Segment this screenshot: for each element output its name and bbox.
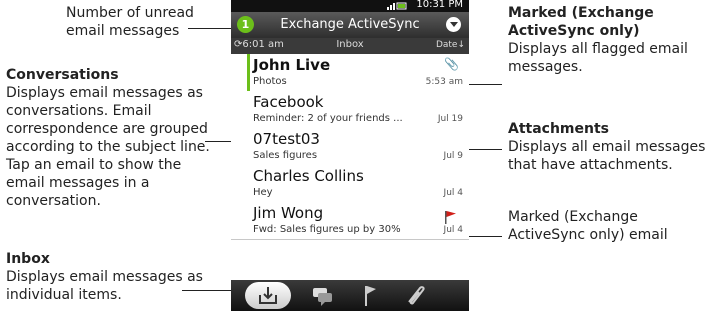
phone-screen: 10:31 PM 1 Exchange ActiveSync ⟳6:01 am … (231, 0, 469, 311)
marked-desc: Displays all flagged email messages. (508, 41, 688, 75)
unread-count-annotation: Number of unread email messages (66, 5, 194, 39)
email-subject: Hey (253, 187, 273, 198)
email-row[interactable]: Facebook Reminder: 2 of your friends ...… (231, 91, 469, 129)
email-subject: Fwd: Sales figures up by 30% (253, 224, 401, 235)
email-date: Jul 19 (437, 114, 463, 124)
email-sender: Facebook (253, 93, 324, 111)
inbox-annotation: Inbox Displays email messages as individ… (6, 250, 206, 304)
conversations-desc: Displays email messages as conversations… (6, 85, 210, 209)
email-date: Jul 9 (443, 151, 463, 161)
flag-icon (365, 286, 376, 306)
marked-title: Marked (Exchange ActiveSync only) (508, 5, 654, 39)
email-sender: Charles Collins (253, 167, 364, 185)
email-date: Jul 4 (443, 188, 463, 198)
bottom-tab-bar (231, 280, 469, 311)
inbox-icon (259, 287, 277, 304)
conversations-annotation: Conversations Displays email messages as… (6, 66, 216, 210)
inbox-desc: Displays email messages as individual it… (6, 269, 203, 303)
email-date: 5:53 am (425, 77, 463, 87)
folder-name: Inbox (336, 39, 364, 50)
email-row[interactable]: Charles Collins Hey Jul 4 (231, 165, 469, 203)
sort-button[interactable]: Date↓ (436, 40, 465, 50)
email-list: John Live 📎 Photos 5:53 am Facebook Remi… (231, 54, 469, 280)
email-sender: John Live (253, 56, 331, 74)
tab-attachments[interactable] (395, 282, 435, 309)
marked-annotation: Marked (Exchange ActiveSync only) Displa… (508, 4, 718, 76)
email-subject: Sales figures (253, 150, 318, 161)
tab-conversations[interactable] (303, 282, 343, 309)
folder-bar: ⟳6:01 am Inbox Date↓ (231, 38, 469, 54)
paperclip-icon: 📎 (444, 57, 459, 71)
attachments-title: Attachments (508, 121, 610, 137)
title-bar[interactable]: 1 Exchange ActiveSync (231, 12, 469, 38)
email-subject: Photos (253, 76, 287, 87)
status-bar: 10:31 PM (231, 0, 469, 12)
email-sender: 07test03 (253, 130, 320, 148)
flag-icon (445, 211, 456, 224)
email-row[interactable]: 07test03 Sales figures Jul 9 (231, 128, 469, 166)
email-sender: Jim Wong (253, 204, 324, 222)
marked-email-annotation: Marked (Exchange ActiveSync only) email (508, 209, 668, 243)
tab-marked[interactable] (349, 282, 389, 309)
conversations-icon (313, 288, 332, 306)
unread-indicator (247, 54, 250, 91)
attachments-annotation: Attachments Displays all email messages … (508, 120, 721, 174)
email-date: Jul 4 (443, 225, 463, 235)
email-subject: Reminder: 2 of your friends ... (253, 113, 403, 124)
paperclip-icon (408, 286, 425, 305)
email-row[interactable]: Jim Wong Fwd: Sales figures up by 30% Ju… (231, 202, 469, 240)
tab-inbox[interactable] (245, 282, 291, 309)
unread-leader-line (188, 28, 233, 29)
inbox-title: Inbox (6, 251, 50, 267)
signal-battery-icon (387, 2, 407, 10)
chevron-down-icon[interactable] (446, 17, 461, 32)
status-time: 10:31 PM (416, 0, 463, 10)
email-row[interactable]: John Live 📎 Photos 5:53 am (231, 54, 469, 92)
attachments-desc: Displays all email messages that have at… (508, 139, 706, 173)
conversations-title: Conversations (6, 67, 119, 83)
account-title: Exchange ActiveSync (280, 17, 420, 32)
